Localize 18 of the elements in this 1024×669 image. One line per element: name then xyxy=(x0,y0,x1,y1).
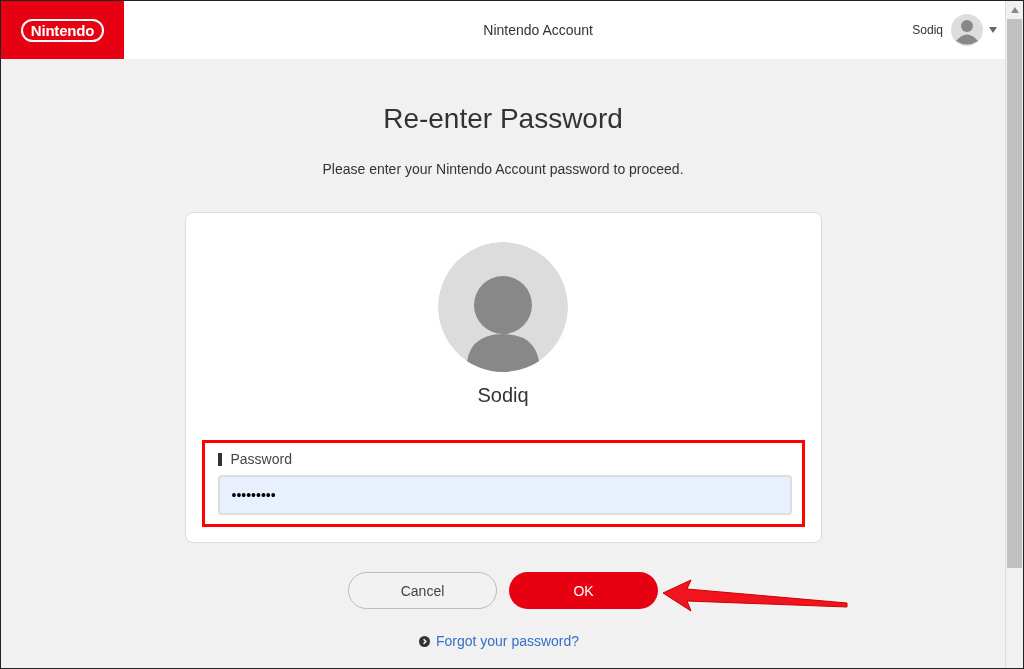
header-title: Nintendo Account xyxy=(482,22,594,38)
scrollbar-thumb[interactable] xyxy=(1007,19,1022,568)
avatar-icon[interactable] xyxy=(951,14,983,46)
caret-icon[interactable] xyxy=(989,27,997,33)
cancel-button[interactable]: Cancel xyxy=(348,572,497,609)
password-field[interactable]: ••••••••• xyxy=(217,475,792,515)
scroll-up-icon[interactable] xyxy=(1009,5,1020,15)
label-marker-icon xyxy=(217,452,222,466)
logo[interactable]: Nintendo xyxy=(20,18,105,42)
instruction-text: Please enter your Nintendo Account password to proceed. xyxy=(322,161,684,177)
password-label: Password xyxy=(230,451,292,467)
forgot-password-link[interactable]: Forgot your password? xyxy=(435,633,580,649)
chevron-circle-icon xyxy=(418,635,430,647)
page-title: Re-enter Password xyxy=(383,103,623,135)
avatar-icon xyxy=(438,242,568,372)
ok-button[interactable]: OK xyxy=(509,572,658,609)
account-name: Sodiq xyxy=(477,384,529,407)
user-name[interactable]: Sodiq xyxy=(912,23,943,37)
